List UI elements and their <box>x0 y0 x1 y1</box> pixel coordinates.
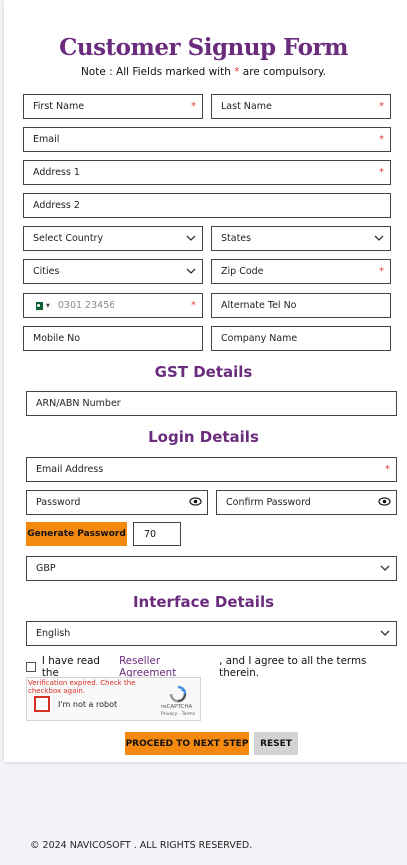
required-star: * <box>379 134 384 145</box>
address2-placeholder: Address 2 <box>33 200 80 211</box>
chevron-down-icon <box>186 268 196 274</box>
address1-field[interactable]: Address 1 * <box>23 160 391 185</box>
chevron-down-icon <box>186 235 196 241</box>
chevron-down-icon <box>380 565 390 571</box>
last-name-placeholder: Last Name <box>221 101 272 112</box>
required-star: * <box>191 101 196 112</box>
captcha-brand: reCAPTCHA <box>161 704 193 710</box>
note-suffix: are compulsory. <box>239 66 327 78</box>
agreement-suffix: , and I agree to all the terms therein. <box>219 655 367 679</box>
required-star: * <box>379 101 384 112</box>
captcha-expired-message: Verification expired. Check the checkbox… <box>28 679 136 695</box>
note-prefix: Note : All Fields marked with <box>80 66 235 78</box>
arn-field[interactable]: ARN/ABN Number <box>26 391 397 416</box>
generate-password-button[interactable]: Generate Password <box>26 522 127 546</box>
password-length-field[interactable]: 70 <box>133 522 181 546</box>
footer-copyright: © 2024 NAVICOSOFT . ALL RIGHTS RESERVED. <box>30 840 253 851</box>
required-star: * <box>379 266 384 277</box>
chevron-down-icon <box>380 630 390 636</box>
cities-selected: Cities <box>33 266 60 277</box>
chevron-down-icon <box>374 235 384 241</box>
captcha-links[interactable]: Privacy - Terms <box>161 712 195 717</box>
reseller-agreement-link[interactable]: Reseller Agreement <box>119 655 219 679</box>
gst-heading: GST Details <box>154 363 253 381</box>
email-address-placeholder: Email Address <box>36 464 104 475</box>
currency-selected: GBP <box>36 563 56 574</box>
recaptcha-logo-icon <box>169 685 187 703</box>
required-star: * <box>385 464 390 475</box>
confirm-placeholder: Confirm Password <box>226 497 311 508</box>
captcha-label: I'm not a robot <box>58 700 118 709</box>
states-select[interactable]: States <box>211 226 391 251</box>
password-placeholder: Password <box>36 497 81 508</box>
country-select[interactable]: Select Country <box>23 226 203 251</box>
email-placeholder: Email <box>33 134 60 145</box>
agreement-row: I have read the Reseller Agreement, and … <box>26 655 407 679</box>
company-placeholder: Company Name <box>221 333 298 344</box>
required-note: Note : All Fields marked with * are comp… <box>0 66 407 78</box>
recaptcha-widget: Verification expired. Check the checkbox… <box>26 677 201 721</box>
interface-heading: Interface Details <box>132 593 275 611</box>
company-name-field[interactable]: Company Name <box>211 326 391 351</box>
language-selected: English <box>36 628 71 639</box>
country-selected: Select Country <box>33 233 104 244</box>
eye-icon[interactable] <box>189 495 202 508</box>
phone-field[interactable]: ▼ 0301 2345678 * <box>23 293 203 318</box>
login-heading: Login Details <box>148 428 259 446</box>
phone-placeholder: 0301 2345678 <box>57 300 114 311</box>
country-dropdown-caret-icon[interactable]: ▼ <box>46 303 50 309</box>
agreement-checkbox[interactable] <box>26 662 36 672</box>
agreement-prefix: I have read the <box>41 655 100 679</box>
required-star: * <box>191 300 196 311</box>
zip-placeholder: Zip Code <box>221 266 264 277</box>
password-field[interactable]: Password <box>26 490 208 515</box>
email-field[interactable]: Email * <box>23 127 391 152</box>
mobile-field[interactable]: Mobile No <box>23 326 203 351</box>
confirm-password-field[interactable]: Confirm Password <box>216 490 397 515</box>
currency-select[interactable]: GBP <box>26 556 397 581</box>
address2-field[interactable]: Address 2 <box>23 193 391 218</box>
proceed-button[interactable]: PROCEED TO NEXT STEP <box>125 732 249 755</box>
last-name-field[interactable]: Last Name * <box>211 94 391 119</box>
arn-placeholder: ARN/ABN Number <box>36 398 121 409</box>
email-address-field[interactable]: Email Address * <box>26 457 397 482</box>
alternate-tel-field[interactable]: Alternate Tel No <box>211 293 391 318</box>
alt-tel-placeholder: Alternate Tel No <box>221 300 297 311</box>
page-title: Customer Signup Form <box>59 34 348 61</box>
first-name-field[interactable]: First Name * <box>23 94 203 119</box>
address1-placeholder: Address 1 <box>33 167 80 178</box>
language-select[interactable]: English <box>26 621 397 646</box>
pakistan-flag-icon[interactable] <box>33 301 43 310</box>
eye-icon[interactable] <box>378 495 391 508</box>
required-star: * <box>379 167 384 178</box>
cities-select[interactable]: Cities <box>23 259 203 284</box>
mobile-placeholder: Mobile No <box>33 333 81 344</box>
first-name-placeholder: First Name <box>33 101 85 112</box>
reset-button[interactable]: RESET <box>254 732 298 755</box>
states-selected: States <box>221 233 252 244</box>
zip-code-field[interactable]: Zip Code * <box>211 259 391 284</box>
captcha-checkbox[interactable] <box>34 696 50 712</box>
